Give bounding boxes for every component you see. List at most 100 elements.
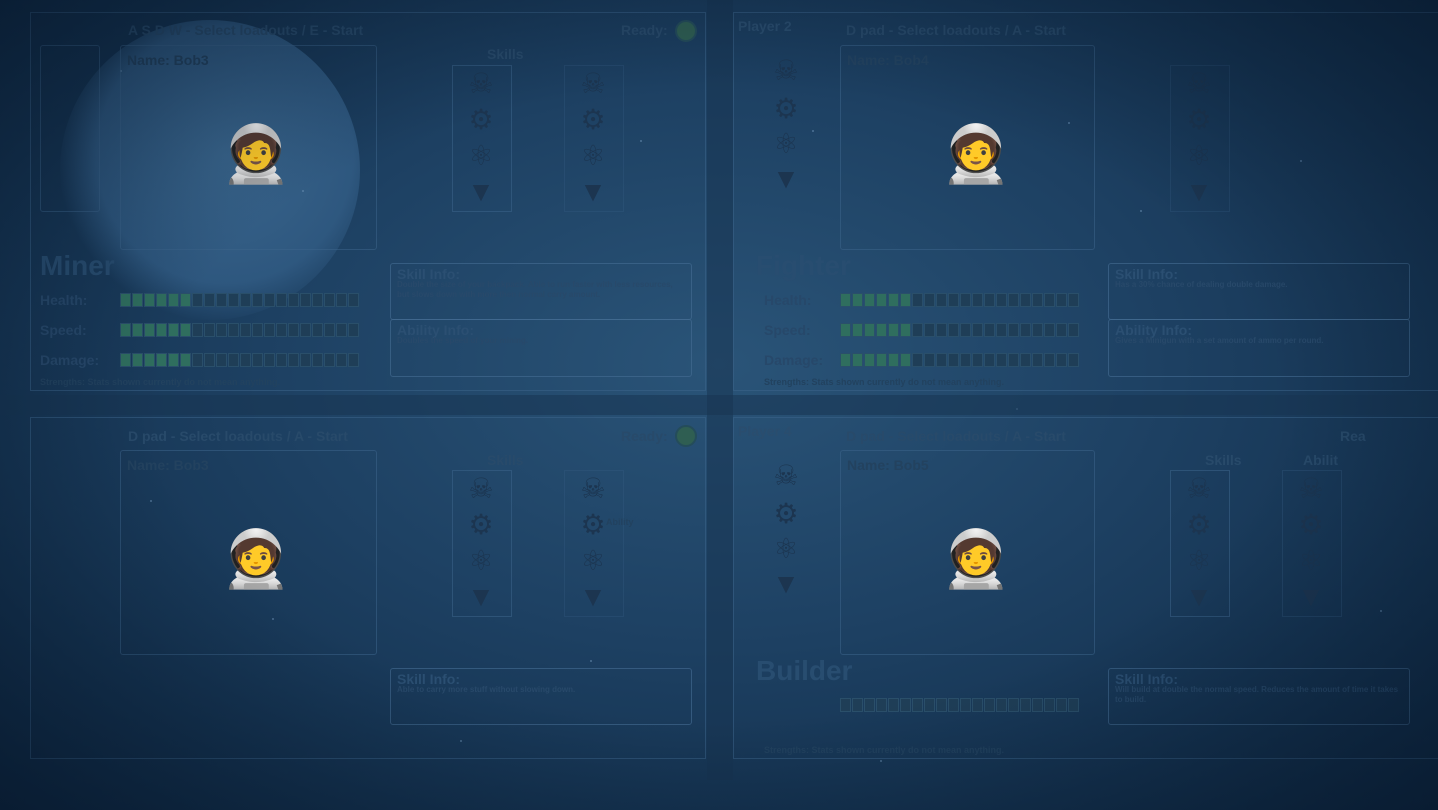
atom-icon[interactable]: ⚛ xyxy=(1181,140,1217,172)
skull-icon[interactable]: ☠ xyxy=(463,473,499,505)
stat-segment xyxy=(348,293,359,307)
skill-info-text: Will build at double the normal speed. R… xyxy=(1115,685,1399,704)
stat-segment xyxy=(120,353,131,367)
skills-header: Skills xyxy=(487,46,524,62)
gear-icon[interactable]: ⚙ xyxy=(1181,509,1217,541)
stat-segment xyxy=(324,323,335,337)
stat-segment xyxy=(900,323,911,337)
gear-icon[interactable]: ⚙ xyxy=(768,498,804,530)
stat-segment xyxy=(984,293,995,307)
stat-segment xyxy=(180,323,191,337)
gear-icon[interactable]: ⚙ xyxy=(463,509,499,541)
drill-icon[interactable]: ▼ xyxy=(768,568,804,600)
stat-segment xyxy=(960,323,971,337)
abilities-column: ☠ ⚙ ⚛ ▼ xyxy=(564,65,624,212)
gear-icon[interactable]: ⚙ xyxy=(768,93,804,125)
stat-segment xyxy=(1020,293,1031,307)
stat-segment xyxy=(924,698,935,712)
stat-segment xyxy=(912,323,923,337)
abilities-column: ☠ ⚙ ⚛ ▼ xyxy=(1282,470,1342,617)
character-name: Name: Bob4 xyxy=(847,52,929,68)
drill-icon[interactable]: ▼ xyxy=(575,176,611,208)
drill-icon[interactable]: ▼ xyxy=(768,163,804,195)
stat-segment xyxy=(852,293,863,307)
stat-segment xyxy=(876,323,887,337)
stat-segment xyxy=(1044,323,1055,337)
stat-segment xyxy=(888,698,899,712)
stat-segment xyxy=(948,353,959,367)
stat-segment xyxy=(864,353,875,367)
stat-segment xyxy=(276,353,287,367)
stat-segment xyxy=(216,293,227,307)
gear-icon[interactable]: ⚙ xyxy=(1181,104,1217,136)
drill-icon[interactable]: ▼ xyxy=(575,581,611,613)
drill-icon[interactable]: ▼ xyxy=(1181,581,1217,613)
skills-column: ☠ ⚙ ⚛ ▼ xyxy=(452,470,512,617)
stat-segment xyxy=(1056,698,1067,712)
ready-indicator[interactable] xyxy=(675,425,697,447)
ready-indicator[interactable] xyxy=(675,20,697,42)
drill-icon[interactable]: ▼ xyxy=(1293,581,1329,613)
atom-icon[interactable]: ⚛ xyxy=(463,140,499,172)
stat-segment xyxy=(276,293,287,307)
prev-loadout-panel[interactable] xyxy=(40,45,100,212)
stat-segment xyxy=(972,323,983,337)
skull-icon[interactable]: ☠ xyxy=(768,460,804,492)
stat-segment xyxy=(984,353,995,367)
stat-segment xyxy=(936,353,947,367)
ready-label: Ready: xyxy=(621,22,668,38)
skill-info-box: Skill Info: Will build at double the nor… xyxy=(1108,668,1410,725)
skull-icon[interactable]: ☠ xyxy=(1181,68,1217,100)
stat-segment xyxy=(168,323,179,337)
stat-segment xyxy=(252,293,263,307)
skull-icon[interactable]: ☠ xyxy=(1293,473,1329,505)
atom-icon[interactable]: ⚛ xyxy=(768,128,804,160)
stat-segment xyxy=(912,353,923,367)
gear-icon[interactable]: ⚙ xyxy=(1293,509,1329,541)
skull-icon[interactable]: ☠ xyxy=(575,473,611,505)
stat-segment xyxy=(1020,353,1031,367)
atom-icon[interactable]: ⚛ xyxy=(463,545,499,577)
gear-icon[interactable]: ⚙ xyxy=(463,104,499,136)
stats-footer: Strengths: Stats shown currently do not … xyxy=(764,377,1005,387)
skull-icon[interactable]: ☠ xyxy=(768,55,804,87)
stat-segment xyxy=(984,323,995,337)
atom-icon[interactable]: ⚛ xyxy=(1181,545,1217,577)
stat-segment xyxy=(1008,353,1019,367)
stat-segment xyxy=(876,698,887,712)
damage-bar xyxy=(840,353,1079,367)
skills-header: Skills xyxy=(1205,452,1242,468)
class-title: Miner xyxy=(40,250,115,281)
health-label: Health: xyxy=(40,292,88,308)
skull-icon[interactable]: ☠ xyxy=(575,68,611,100)
stat-segment xyxy=(120,293,131,307)
atom-icon[interactable]: ⚛ xyxy=(575,140,611,172)
stat-segment xyxy=(924,323,935,337)
atom-icon[interactable]: ⚛ xyxy=(768,533,804,565)
skill-info-text: Able to carry more stuff without slowing… xyxy=(397,685,576,694)
drill-icon[interactable]: ▼ xyxy=(1181,176,1217,208)
stat-segment xyxy=(1044,353,1055,367)
skull-icon[interactable]: ☠ xyxy=(1181,473,1217,505)
skills-column: ☠ ⚙ ⚛ ▼ xyxy=(1170,470,1230,617)
stat-segment xyxy=(1056,323,1067,337)
stat-segment xyxy=(936,698,947,712)
skull-icon[interactable]: ☠ xyxy=(463,68,499,100)
skills-header: Skills xyxy=(487,452,524,468)
drill-icon[interactable]: ▼ xyxy=(463,176,499,208)
character-name: Name: Bob3 xyxy=(127,457,209,473)
atom-icon[interactable]: ⚛ xyxy=(575,545,611,577)
stat-segment xyxy=(336,323,347,337)
stats-footer: Strengths: Stats shown currently do not … xyxy=(764,745,1005,755)
drill-icon[interactable]: ▼ xyxy=(463,581,499,613)
stat-segment xyxy=(300,323,311,337)
health-bar xyxy=(840,698,1079,712)
stat-segment xyxy=(960,698,971,712)
stat-segment xyxy=(960,293,971,307)
ready-label: Ready: xyxy=(621,428,668,444)
atom-icon[interactable]: ⚛ xyxy=(1293,545,1329,577)
stat-segment xyxy=(876,353,887,367)
stat-segment xyxy=(1068,698,1079,712)
gear-icon[interactable]: ⚙ xyxy=(575,104,611,136)
stat-segment xyxy=(852,353,863,367)
